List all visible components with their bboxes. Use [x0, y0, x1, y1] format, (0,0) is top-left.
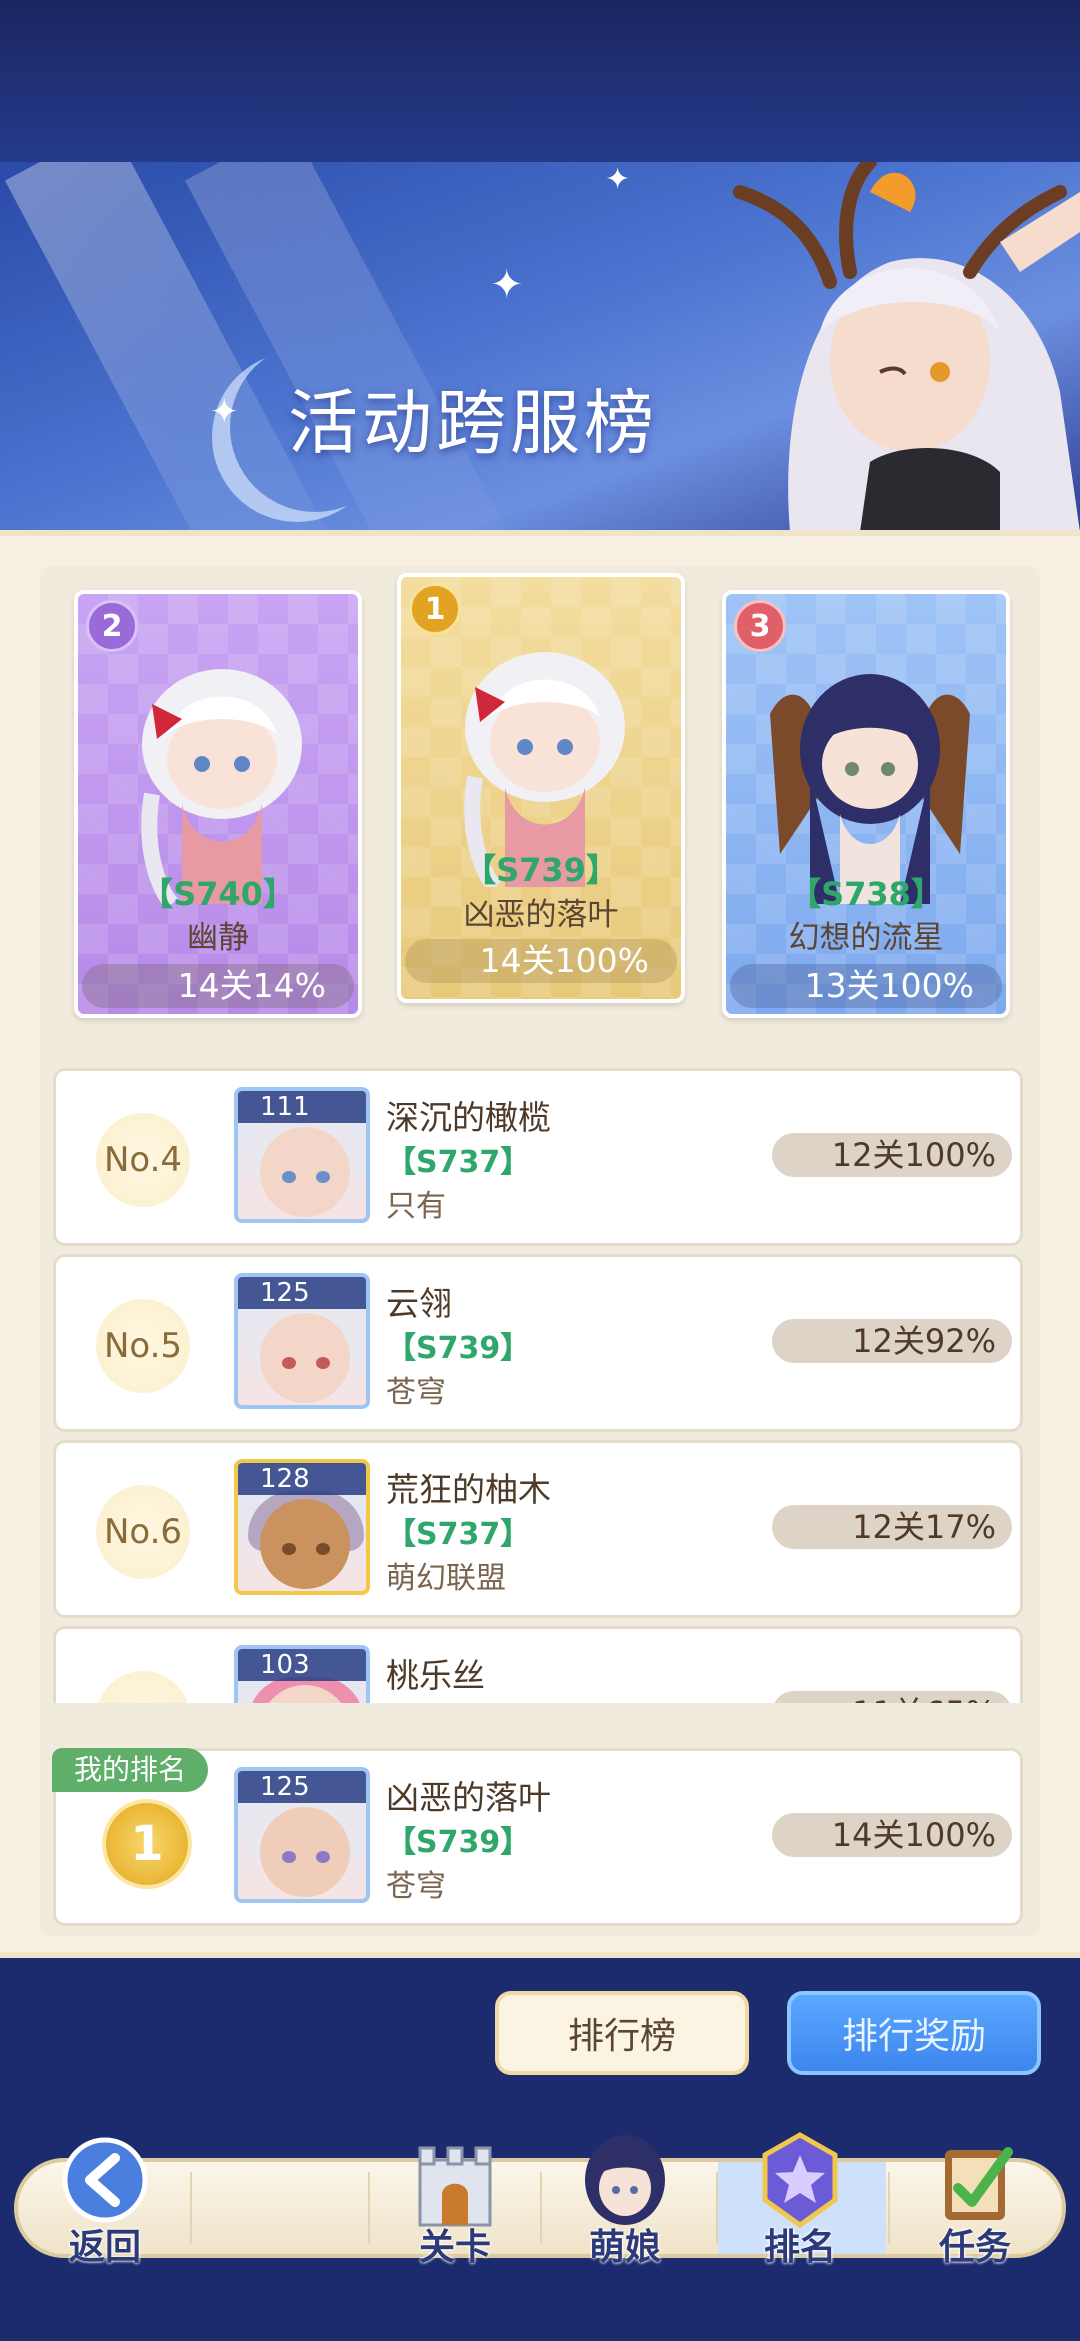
- event-banner: ✦ ✦ ✦ 活动跨服榜: [0, 162, 1080, 532]
- nav-divider: [716, 2172, 718, 2244]
- podium-player-name: 幽静: [187, 920, 249, 956]
- chibi-avatar: [141, 669, 302, 904]
- nav-label: 返回: [68, 2227, 141, 2268]
- girl-portrait-icon: [585, 2135, 665, 2225]
- list-item[interactable]: No.5 125 云翎 【S739】 苍穹 12关92%: [53, 1254, 1023, 1432]
- player-guild: 苍穹: [386, 1375, 446, 1410]
- avatar-level: 128: [238, 1463, 366, 1495]
- player-name: 桃乐丝: [386, 1656, 485, 1695]
- podium-score: 14关100%: [405, 939, 677, 983]
- player-name: 凶恶的落叶: [386, 1778, 551, 1817]
- chibi-avatar: [770, 674, 970, 904]
- rank-1-medal-icon: 1: [409, 583, 461, 635]
- nav-label: 排名: [763, 2227, 836, 2268]
- ranking-list[interactable]: No.4 111 深沉的橄榄 【S737】 只有 12关100% No.5 12…: [0, 1065, 1080, 1703]
- rank-3-medal-icon: 3: [734, 600, 786, 652]
- nav-label: 任务: [938, 2227, 1011, 2268]
- page-title: 活动跨服榜: [288, 382, 658, 464]
- player-score: 12关92%: [772, 1319, 1012, 1363]
- rank-2-medal-icon: 2: [86, 600, 138, 652]
- player-name: 深沉的橄榄: [386, 1098, 551, 1137]
- player-guild: 苍穹: [386, 1869, 446, 1904]
- player-server: 【S739】: [386, 1331, 531, 1366]
- player-name: 荒狂的柚木: [386, 1470, 551, 1509]
- avatar-level: 103: [238, 1649, 366, 1681]
- nav-label: 萌娘: [588, 2227, 661, 2268]
- rank-badge: No.6: [96, 1485, 190, 1579]
- nav-girls[interactable]: 萌娘: [550, 2120, 700, 2270]
- nav-stage[interactable]: 关卡: [380, 2120, 530, 2270]
- nav-divider: [368, 2172, 370, 2244]
- ranking-reward-button[interactable]: 排行奖励: [787, 1991, 1041, 2075]
- nav-divider: [888, 2172, 890, 2244]
- rank-badge: [96, 1671, 190, 1703]
- star-icon: ✦: [605, 162, 631, 197]
- star-icon: ✦: [210, 392, 239, 432]
- player-score: 11关65%: [772, 1691, 1012, 1703]
- rank-1-medal-icon: 1: [102, 1799, 192, 1889]
- nav-task[interactable]: 任务: [900, 2120, 1050, 2270]
- player-name: 云翎: [386, 1284, 452, 1323]
- avatar: 111: [234, 1087, 370, 1223]
- castle-icon: [418, 2146, 492, 2227]
- top-strip: [0, 0, 1080, 162]
- avatar-level: 125: [238, 1277, 366, 1309]
- podium-server: 【S739】: [464, 851, 618, 889]
- podium-card-rank-1[interactable]: 1 【S739】 凶恶的落叶 14关100%: [397, 573, 685, 1003]
- avatar: 125: [234, 1767, 370, 1903]
- ranking-button[interactable]: 排行榜: [495, 1991, 749, 2075]
- star-badge-icon: [762, 2132, 838, 2229]
- avatar: 128: [234, 1459, 370, 1595]
- player-guild: 只有: [386, 1189, 446, 1224]
- podium-card-rank-2[interactable]: 2 【S740】 幽静 14关14%: [74, 590, 362, 1018]
- list-item[interactable]: No.6 128 荒狂的柚木 【S737】 萌幻联盟 12关17%: [53, 1440, 1023, 1618]
- star-icon: ✦: [490, 262, 524, 308]
- list-item[interactable]: 103 桃乐丝 11关65%: [53, 1626, 1023, 1703]
- player-score: 12关100%: [772, 1133, 1012, 1177]
- nav-label: 关卡: [418, 2227, 491, 2268]
- player-server: 【S737】: [386, 1517, 531, 1552]
- avatar-level: 125: [238, 1771, 366, 1803]
- player-server: 【S739】: [386, 1825, 531, 1860]
- podium-player-name: 凶恶的落叶: [463, 897, 619, 933]
- podium-score: 14关14%: [82, 964, 354, 1008]
- player-score: 12关17%: [772, 1505, 1012, 1549]
- avatar: 103: [234, 1645, 370, 1703]
- nav-back[interactable]: 返回: [30, 2120, 180, 2270]
- banner-character-illustration: [733, 162, 1080, 532]
- podium-score: 13关100%: [730, 964, 1002, 1008]
- nav-rank[interactable]: 排名: [725, 2120, 875, 2270]
- player-server: 【S737】: [386, 1145, 531, 1180]
- podium-player-name: 幻想的流星: [788, 920, 944, 956]
- my-rank-tag: 我的排名: [52, 1748, 209, 1792]
- player-score: 14关100%: [772, 1813, 1012, 1857]
- podium-card-rank-3[interactable]: 3 【S738】 幻想的流星 13关100%: [722, 590, 1010, 1018]
- nav-divider: [190, 2172, 192, 2244]
- task-scroll-icon: [945, 2147, 1013, 2220]
- player-guild: 萌幻联盟: [386, 1561, 506, 1596]
- rank-badge: No.4: [96, 1113, 190, 1207]
- podium-server: 【S740】: [141, 875, 295, 913]
- rank-badge: No.5: [96, 1299, 190, 1393]
- avatar: 125: [234, 1273, 370, 1409]
- back-arrow-icon: [62, 2137, 148, 2223]
- avatar-level: 111: [238, 1091, 366, 1123]
- podium-server: 【S738】: [789, 875, 943, 913]
- list-item[interactable]: No.4 111 深沉的橄榄 【S737】 只有 12关100%: [53, 1068, 1023, 1246]
- nav-divider: [540, 2172, 542, 2244]
